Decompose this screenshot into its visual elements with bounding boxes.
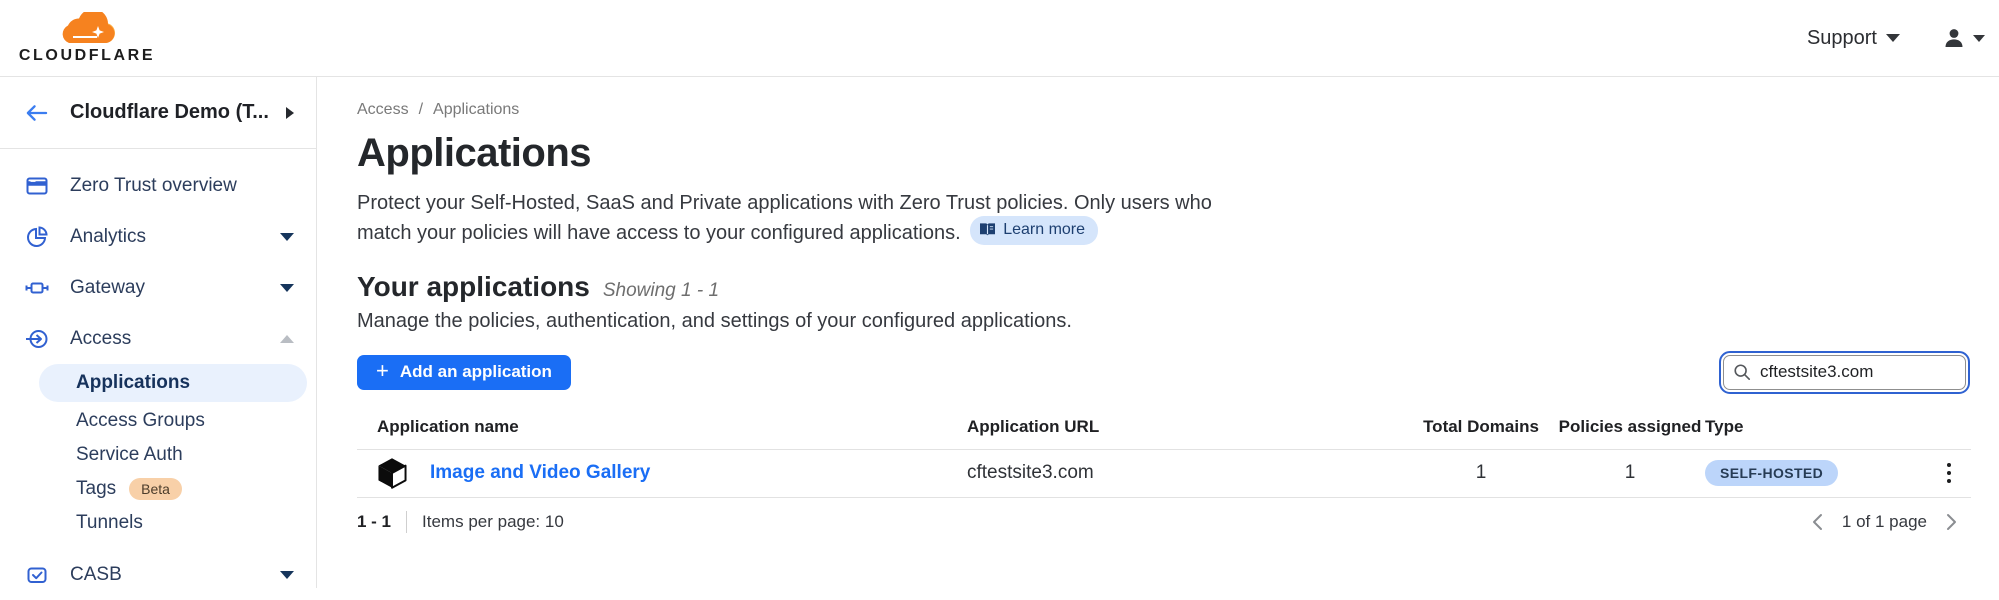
sidebar-item-access-groups[interactable]: Access Groups — [0, 404, 316, 438]
breadcrumb-separator: / — [419, 101, 423, 119]
cloudflare-cloud-icon — [51, 12, 123, 46]
total-domains-cell: 1 — [1407, 462, 1555, 484]
column-total-domains: Total Domains — [1407, 417, 1555, 437]
sidebar-item-label: Access — [70, 328, 131, 350]
sidebar-item-label: Tunnels — [76, 512, 143, 534]
chevron-down-icon — [1973, 35, 1985, 42]
breadcrumb: Access / Applications — [357, 101, 1971, 119]
sidebar-item-gateway[interactable]: Gateway — [0, 262, 316, 313]
user-account-menu[interactable] — [1942, 26, 1985, 50]
sidebar-item-label: CASB — [70, 564, 122, 586]
table-header-row: Application name Application URL Total D… — [357, 417, 1971, 450]
page-indicator: 1 of 1 page — [1842, 512, 1927, 532]
add-application-button[interactable]: + Add an application — [357, 355, 571, 390]
brand-wordmark: CLOUDFLARE — [19, 47, 155, 65]
user-icon — [1942, 26, 1966, 50]
account-switcher[interactable]: Cloudflare Demo (T... — [0, 77, 316, 149]
chevron-up-icon — [280, 335, 294, 343]
applications-table: Application name Application URL Total D… — [357, 417, 1971, 498]
gateway-icon — [25, 276, 49, 300]
sidebar-item-label: Tags — [76, 478, 116, 500]
row-actions-menu-button[interactable] — [1939, 458, 1959, 488]
pagination-divider — [406, 511, 407, 533]
page-title: Applications — [357, 131, 1971, 176]
plus-icon: + — [376, 360, 389, 382]
application-name-cell: Image and Video Gallery — [357, 457, 967, 489]
chevron-down-icon — [280, 233, 294, 241]
search-icon — [1733, 363, 1751, 381]
overview-window-icon — [25, 174, 49, 198]
learn-more-label: Learn more — [1003, 219, 1085, 240]
main-content: Access / Applications Applications Prote… — [317, 77, 1999, 588]
chevron-down-icon — [1886, 34, 1900, 42]
sidebar-item-label: Service Auth — [76, 444, 183, 466]
type-cell: SELF-HOSTED — [1705, 460, 1935, 486]
sidebar-item-casb[interactable]: CASB — [0, 549, 316, 600]
learn-more-link[interactable]: Learn more — [970, 216, 1098, 244]
sidebar: Cloudflare Demo (T... Zero Trust overvie… — [0, 77, 317, 588]
sidebar-item-tunnels[interactable]: Tunnels — [0, 506, 316, 540]
sidebar-item-tags[interactable]: Tags Beta — [0, 472, 316, 506]
sidebar-item-label: Applications — [76, 372, 190, 394]
column-application-name: Application name — [357, 417, 967, 437]
add-application-label: Add an application — [400, 362, 552, 382]
analytics-pie-icon — [25, 225, 49, 249]
showing-count: Showing 1 - 1 — [603, 280, 719, 302]
chevron-right-icon — [1943, 513, 1959, 531]
sidebar-item-label: Analytics — [70, 226, 146, 248]
casb-icon — [25, 563, 49, 587]
pagination: 1 - 1 Items per page: 10 1 of 1 page — [357, 511, 1971, 533]
kebab-dot — [1947, 479, 1951, 483]
section-subtext: Manage the policies, authentication, and… — [357, 310, 1971, 333]
kebab-dot — [1947, 463, 1951, 467]
application-url-cell: cftestsite3.com — [967, 462, 1407, 484]
app-cube-icon — [377, 457, 407, 489]
column-application-url: Application URL — [967, 417, 1407, 437]
column-policies-assigned: Policies assigned — [1555, 417, 1705, 437]
sidebar-item-applications[interactable]: Applications — [39, 364, 307, 402]
policies-assigned-cell: 1 — [1555, 462, 1705, 484]
application-link[interactable]: Image and Video Gallery — [430, 462, 650, 484]
support-label: Support — [1807, 27, 1877, 50]
top-header: CLOUDFLARE Support — [0, 0, 1999, 77]
pagination-range: 1 - 1 — [357, 512, 391, 532]
search-input[interactable] — [1723, 355, 1966, 390]
items-per-page-label: Items per page: 10 — [422, 512, 564, 532]
chevron-down-icon — [280, 571, 294, 579]
back-arrow-icon[interactable] — [25, 103, 48, 123]
breadcrumb-applications: Applications — [433, 101, 519, 119]
sidebar-item-access[interactable]: Access — [0, 313, 316, 364]
chevron-down-icon — [280, 284, 294, 292]
previous-page-button[interactable] — [1808, 511, 1828, 533]
sidebar-item-label: Access Groups — [76, 410, 205, 432]
section-title: Your applications — [357, 271, 590, 303]
applications-toolbar: + Add an application — [357, 355, 1971, 390]
sidebar-item-label: Gateway — [70, 277, 145, 299]
sidebar-nav: Zero Trust overview Analytics Gateway — [0, 149, 316, 600]
book-icon — [979, 222, 996, 237]
sidebar-item-label: Zero Trust overview — [70, 175, 237, 197]
account-name: Cloudflare Demo (T... — [70, 101, 286, 124]
access-login-icon — [25, 327, 49, 351]
sidebar-item-analytics[interactable]: Analytics — [0, 211, 316, 262]
sidebar-item-service-auth[interactable]: Service Auth — [0, 438, 316, 472]
column-type: Type — [1705, 417, 1935, 437]
table-row: Image and Video Gallery cftestsite3.com … — [357, 450, 1971, 498]
search-box — [1723, 355, 1966, 390]
page-description: Protect your Self-Hosted, SaaS and Priva… — [357, 190, 1262, 247]
access-subnav: Applications Access Groups Service Auth … — [0, 364, 316, 540]
kebab-dot — [1947, 471, 1951, 475]
cloudflare-logo[interactable]: CLOUDFLARE — [18, 12, 156, 65]
breadcrumb-access[interactable]: Access — [357, 101, 409, 119]
next-page-button[interactable] — [1941, 511, 1961, 533]
sidebar-item-zero-trust-overview[interactable]: Zero Trust overview — [0, 160, 316, 211]
chevron-left-icon — [1810, 513, 1826, 531]
beta-badge: Beta — [129, 478, 182, 500]
support-menu[interactable]: Support — [1807, 27, 1900, 50]
chevron-right-icon — [286, 107, 294, 119]
type-badge: SELF-HOSTED — [1705, 460, 1838, 486]
